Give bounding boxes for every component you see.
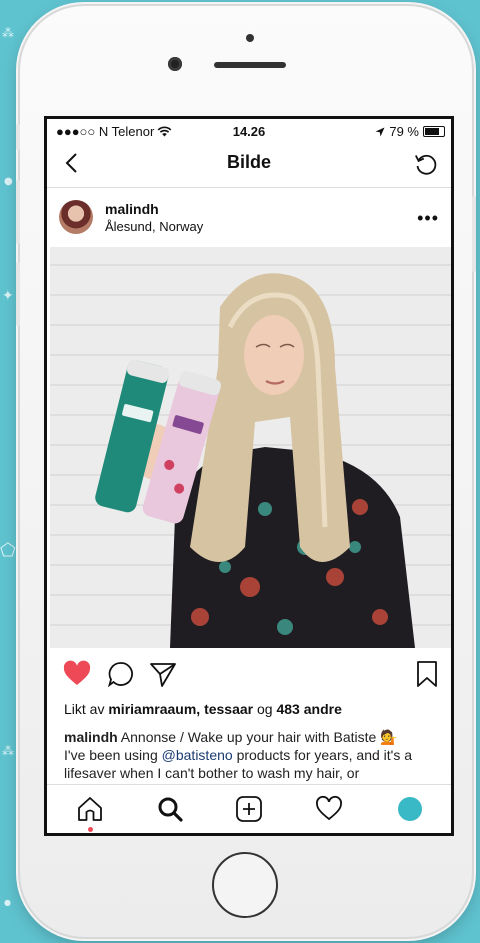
phone-front-camera — [168, 57, 182, 71]
likes-prefix: Likt av — [64, 701, 109, 717]
bookmark-icon — [417, 661, 437, 687]
battery-fill — [425, 128, 440, 135]
notification-dot — [88, 827, 93, 832]
doodle-sparkle-2: ⁂ — [2, 744, 14, 758]
post-header: malindh Ålesund, Norway ••• — [47, 188, 451, 246]
doodle-star-1: ✦ — [2, 288, 14, 304]
battery-icon — [423, 126, 445, 137]
add-post-icon — [236, 796, 262, 822]
save-button[interactable] — [413, 660, 441, 688]
likes-users[interactable]: miriamraaum, tessaar — [108, 701, 253, 717]
caption-text-1: Annonse / Wake up your hair with Batiste… — [117, 729, 398, 745]
likes-joiner: og — [253, 701, 277, 717]
avatar[interactable] — [59, 200, 93, 234]
post-photo — [50, 247, 451, 648]
heart-icon — [63, 660, 91, 685]
phone-side-button-2 — [16, 180, 20, 244]
tab-search[interactable] — [156, 795, 184, 823]
post-caption: malindh Annonse / Wake up your hair with… — [64, 728, 439, 782]
caption-text-2: I've been using — [64, 747, 162, 763]
tab-add-post[interactable] — [235, 795, 263, 823]
profile-avatar-icon — [398, 797, 422, 821]
share-button[interactable] — [149, 660, 177, 688]
refresh-button[interactable] — [413, 151, 439, 177]
doodle-dot-1: ● — [4, 176, 13, 187]
doodle-dot-2: ● — [4, 898, 11, 907]
bottom-tab-bar — [47, 784, 451, 833]
caption-username[interactable]: malindh — [64, 729, 118, 745]
doodle-pentagon-1: ⬠ — [0, 540, 16, 561]
heart-outline-icon — [316, 795, 342, 821]
caption-mention[interactable]: @batisteno — [162, 747, 233, 763]
likes-summary[interactable]: Likt av miriamraaum, tessaar og 483 andr… — [64, 701, 342, 717]
like-button[interactable] — [63, 660, 91, 688]
status-right-group: 79 % — [375, 124, 445, 139]
tab-profile[interactable] — [398, 797, 422, 821]
comment-icon — [107, 662, 133, 688]
phone-side-button-3 — [16, 262, 20, 326]
search-icon — [158, 797, 183, 822]
post-location[interactable]: Ålesund, Norway — [105, 219, 203, 234]
app-screen: ●●●○○ N Telenor 14.26 79 % Bilde malindh… — [44, 116, 454, 836]
post-actions-bar — [47, 656, 451, 690]
likes-others[interactable]: 483 andre — [276, 701, 341, 717]
post-username[interactable]: malindh — [105, 201, 159, 217]
phone-home-button[interactable] — [212, 852, 278, 918]
phone-side-button-1 — [16, 124, 20, 150]
phone-speaker — [214, 62, 286, 68]
send-icon — [150, 663, 176, 687]
comment-button[interactable] — [107, 660, 135, 688]
doodle-sparkle-1: ⁂ — [2, 26, 14, 40]
home-icon — [78, 797, 102, 821]
tab-home[interactable] — [76, 795, 104, 823]
more-options-button[interactable]: ••• — [417, 208, 439, 229]
post-image[interactable] — [50, 247, 451, 648]
battery-percent: 79 % — [389, 124, 419, 139]
status-bar: ●●●○○ N Telenor 14.26 79 % — [47, 119, 451, 141]
phone-side-button-4 — [472, 196, 476, 272]
tab-activity[interactable] — [315, 795, 343, 823]
refresh-icon — [414, 154, 437, 175]
nav-bar: Bilde — [47, 141, 451, 188]
location-arrow-icon — [375, 127, 385, 136]
page-title: Bilde — [226, 152, 271, 172]
phone-proximity-sensor — [246, 34, 254, 42]
